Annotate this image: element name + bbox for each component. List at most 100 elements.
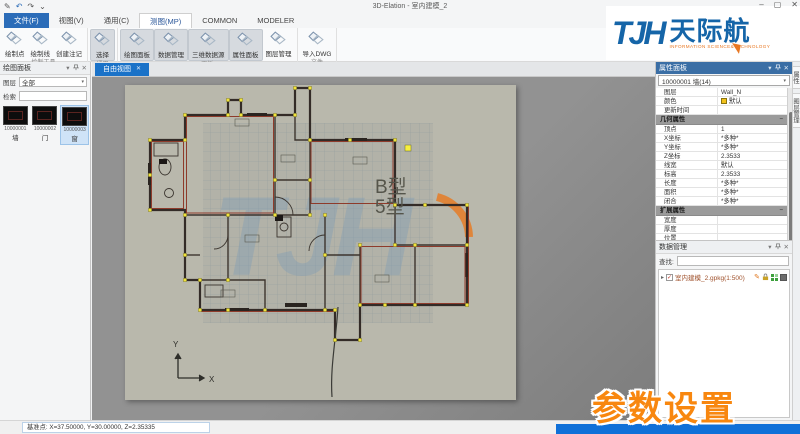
edit-pencil-icon[interactable]: ✎ xyxy=(754,273,760,281)
viewport-tab-free-view[interactable]: 自由视图 ✕ xyxy=(95,63,149,76)
undo-icon[interactable]: ↶ xyxy=(16,2,23,11)
section-geometry[interactable]: 几何属性 − xyxy=(656,115,787,125)
tree-expand-icon[interactable]: ▸ xyxy=(661,274,664,281)
tab-view[interactable]: 视图(V) xyxy=(49,13,94,28)
data-search-input[interactable] xyxy=(677,256,789,266)
tjh-logo-text: TJH xyxy=(612,15,663,52)
prop-label: 顶点 xyxy=(656,125,718,133)
section-extended[interactable]: 扩展属性 − xyxy=(656,206,787,216)
side-tab-properties[interactable]: 属性 xyxy=(793,66,800,89)
prop-value xyxy=(718,225,787,233)
dataset-item[interactable]: ▸ ✓ 室内建模_2.gpkg(1:500) ✎ xyxy=(659,270,789,284)
property-row-layer[interactable]: 图层 Wall_N xyxy=(656,88,787,97)
data-search-label: 查找: xyxy=(659,256,674,266)
feature-door-preview xyxy=(32,106,57,125)
feature-door[interactable]: 10000002 门 xyxy=(31,105,60,145)
search-input[interactable] xyxy=(19,91,87,101)
window-title: 3D-Elation - 室内建模_2 xyxy=(300,1,520,11)
floor-plan-svg[interactable]: TJH xyxy=(125,85,516,400)
data-manager-header: 数据管理 ▾ ✕ xyxy=(656,241,792,254)
property-row-color[interactable]: 颜色 默认 xyxy=(656,97,787,106)
color-swatch[interactable] xyxy=(721,98,727,104)
redo-icon[interactable]: ↷ xyxy=(27,2,34,11)
property-close-icon[interactable]: ✕ xyxy=(784,64,789,72)
property-panel-button[interactable]: 属性面板 xyxy=(229,29,263,61)
side-tab-layer-manager[interactable]: 图层管理 xyxy=(793,93,800,128)
viewport-tab-bar: 自由视图 ✕ xyxy=(92,62,655,77)
data-pin-icon[interactable] xyxy=(775,243,781,252)
select-button[interactable]: 选择 xyxy=(90,29,115,61)
draw-panel-button[interactable]: 绘图面板 xyxy=(120,29,154,61)
viewport: 自由视图 ✕ T xyxy=(92,62,655,420)
data-manager-button[interactable]: 数据管理 xyxy=(154,29,188,61)
feature-door-name: 门 xyxy=(42,132,49,142)
tab-file[interactable]: 文件(F) xyxy=(4,13,49,28)
data-close-icon[interactable]: ✕ xyxy=(784,243,789,251)
lock-icon[interactable] xyxy=(762,273,769,281)
dataset-checkbox[interactable]: ✓ xyxy=(666,274,673,281)
prop-label: 长度 xyxy=(656,179,718,187)
edit-icon[interactable]: ✎ xyxy=(4,2,11,11)
viewport-tab-close-icon[interactable]: ✕ xyxy=(136,63,141,76)
source-3d-label: 三维数据源 xyxy=(192,49,225,59)
feature-wall[interactable]: 10000001 墙 xyxy=(1,105,30,145)
feature-type-list: 10000001 墙 10000002 门 10000003 窗 xyxy=(0,103,90,147)
source-3d-button[interactable]: 三维数据源 xyxy=(188,29,229,61)
select-label: 选择 xyxy=(96,49,109,59)
object-selector-value: 10000001 墙(14) xyxy=(662,76,711,86)
layer-manager-icon xyxy=(270,30,287,47)
feature-window[interactable]: 10000003 窗 xyxy=(60,105,89,145)
floor-plan-paper[interactable]: TJH xyxy=(125,85,516,400)
tab-common[interactable]: COMMON xyxy=(192,13,247,28)
maximize-button[interactable]: ▢ xyxy=(774,0,782,9)
brand-subtitle: INFORMATION SCIENCE&TECHNOLOGY xyxy=(669,44,770,49)
layer-select[interactable]: 全部 ▾ xyxy=(19,77,87,87)
quick-access-more-icon[interactable]: ⌄ xyxy=(39,2,46,11)
draw-line-button[interactable]: 绘制线 xyxy=(28,29,54,59)
layers-grid-icon[interactable] xyxy=(771,274,778,281)
property-row-thickness[interactable]: 厚度 xyxy=(656,225,787,234)
prop-label: Z坐标 xyxy=(656,152,718,160)
quick-access-toolbar: ✎ ↶ ↷ ⌄ xyxy=(4,0,46,13)
property-dropdown-icon[interactable]: ▾ xyxy=(768,64,771,72)
active-vertex-marker[interactable] xyxy=(405,145,411,151)
prop-label: X坐标 xyxy=(656,134,718,142)
layer-select-value: 全部 xyxy=(22,77,35,87)
property-grid: 图层 Wall_N 颜色 默认 更新时间 几何属性 − xyxy=(656,88,787,243)
close-button[interactable]: ✕ xyxy=(791,0,798,9)
property-row-width[interactable]: 宽度 xyxy=(656,216,787,225)
tjh-logo: TJH 天际航 INFORMATION SCIENCE&TECHNOLOGY xyxy=(606,6,800,60)
drawing-canvas[interactable]: TJH xyxy=(92,77,655,420)
collapse-icon[interactable]: − xyxy=(779,115,783,124)
draw-panel-label: 绘图面板 xyxy=(124,49,150,59)
minimize-button[interactable]: – xyxy=(759,0,763,9)
data-dropdown-icon[interactable]: ▾ xyxy=(768,243,771,251)
tab-common-c[interactable]: 通用(C) xyxy=(94,13,139,28)
object-selector[interactable]: 10000001 墙(14) ▾ xyxy=(658,75,790,86)
create-annotation-button[interactable]: 创建注记 xyxy=(53,29,85,59)
solid-square-icon[interactable] xyxy=(780,274,787,281)
draw-point-button[interactable]: 绘制点 xyxy=(2,29,28,59)
panel-pin-icon[interactable] xyxy=(73,64,79,73)
collapse-icon[interactable]: − xyxy=(779,206,783,215)
tab-modeler[interactable]: MODELER xyxy=(247,13,304,28)
draw-panel-header: 绘图面板 ▾ ✕ xyxy=(0,62,90,75)
prop-value: 默认 xyxy=(718,97,787,105)
create-annotation-label: 创建注记 xyxy=(56,48,82,58)
data-manager-icon xyxy=(163,31,180,48)
search-label: 检索 xyxy=(3,91,16,101)
layer-manager-button[interactable]: 图层管理 xyxy=(263,29,295,59)
panel-dropdown-icon[interactable]: ▾ xyxy=(66,64,69,72)
create-annotation-icon xyxy=(61,30,78,47)
property-row-closed[interactable]: 闭合*多种* xyxy=(656,197,787,206)
prop-label: 图层 xyxy=(656,88,718,96)
panel-close-icon[interactable]: ✕ xyxy=(82,64,87,72)
data-manager-title: 数据管理 xyxy=(659,242,765,252)
tab-mapping[interactable]: 测图(MP) xyxy=(139,13,192,28)
prop-label: 颜色 xyxy=(656,97,718,105)
import-dwg-button[interactable]: 导入DWG xyxy=(300,29,335,59)
property-row-updated[interactable]: 更新时间 xyxy=(656,106,787,115)
prop-label: 厚度 xyxy=(656,225,718,233)
property-pin-icon[interactable] xyxy=(775,64,781,73)
feature-window-name: 窗 xyxy=(71,133,78,143)
